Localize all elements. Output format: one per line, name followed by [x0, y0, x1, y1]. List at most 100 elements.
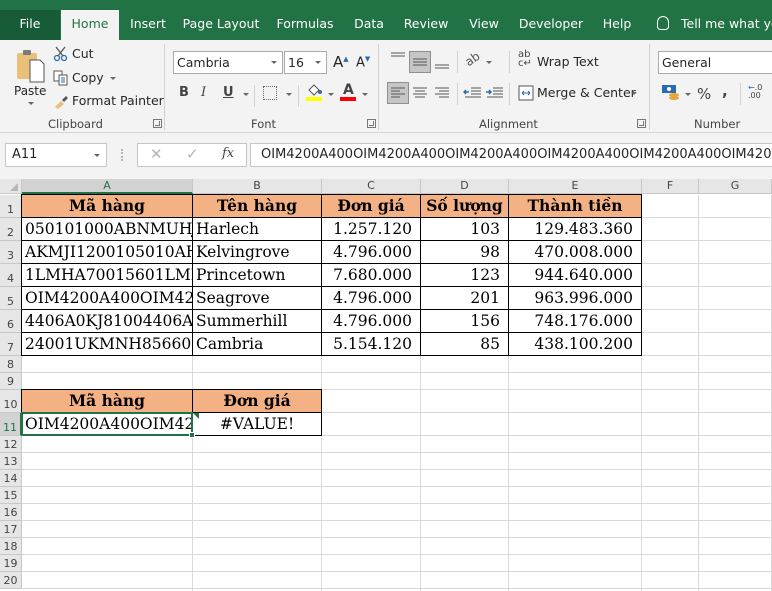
row-header-11[interactable]: 11: [0, 413, 22, 436]
align-left-button[interactable]: [387, 82, 409, 104]
tab-insert[interactable]: Insert: [122, 10, 174, 40]
column-header-d[interactable]: D: [421, 179, 509, 194]
table-cell[interactable]: 85: [421, 333, 508, 355]
table-cell[interactable]: Kelvingrove: [193, 241, 321, 263]
underline-icon[interactable]: U: [223, 85, 234, 100]
copy-button[interactable]: Copy: [53, 68, 123, 88]
cut-button[interactable]: Cut: [53, 45, 98, 65]
tab-home[interactable]: Home: [61, 10, 119, 40]
table-header-cell[interactable]: Mã hàng: [22, 390, 192, 412]
error-indicator-icon[interactable]: [193, 413, 199, 419]
table-cell[interactable]: 748.176.000: [509, 310, 641, 332]
table-header-cell[interactable]: Mã hàng: [22, 195, 192, 217]
table-cell[interactable]: 129.483.360: [509, 218, 641, 240]
table-cell[interactable]: 1LMHA70015601LMH: [22, 264, 192, 286]
row-header-7[interactable]: 7: [0, 333, 22, 356]
table-cell[interactable]: 123: [421, 264, 508, 286]
underline-dropdown-icon[interactable]: [243, 93, 249, 96]
table-cell[interactable]: Summerhill: [193, 310, 321, 332]
table-cell[interactable]: 470.008.000: [509, 241, 641, 263]
copy-dropdown-icon[interactable]: [110, 77, 116, 80]
tab-formulas[interactable]: Formulas: [268, 10, 342, 40]
table-cell[interactable]: AKMJI1200105010AH: [22, 241, 192, 263]
row-header-3[interactable]: 3: [0, 241, 22, 264]
table-header-cell[interactable]: Đơn giá: [193, 390, 321, 412]
tab-developer[interactable]: Developer: [512, 10, 590, 40]
table-header-cell[interactable]: Tên hàng: [193, 195, 321, 217]
cancel-icon[interactable]: ✕: [150, 145, 163, 163]
table-cell[interactable]: 1.257.120: [322, 218, 420, 240]
table-cell[interactable]: Harlech: [193, 218, 321, 240]
increase-font-size-icon[interactable]: A▲: [333, 53, 349, 71]
table-cell[interactable]: 963.996.000: [509, 287, 641, 309]
table-cell[interactable]: 4.796.000: [322, 287, 420, 309]
row-header-12[interactable]: 12: [0, 436, 22, 453]
alignment-launcher-icon[interactable]: [637, 119, 646, 128]
middle-align-button[interactable]: [409, 51, 431, 73]
row-header-16[interactable]: 16: [0, 504, 22, 521]
table-cell[interactable]: OIM4200A400OIM42: [22, 413, 192, 435]
name-box[interactable]: A11: [5, 143, 107, 167]
table-cell[interactable]: 050101000ABNMUHJ: [22, 218, 192, 240]
row-header-4[interactable]: 4: [0, 264, 22, 287]
row-header-18[interactable]: 18: [0, 538, 22, 555]
align-right-icon[interactable]: [433, 84, 451, 102]
tell-me-search[interactable]: Tell me what you: [657, 10, 772, 40]
row-header-20[interactable]: 20: [0, 572, 22, 589]
bold-icon[interactable]: B: [179, 85, 189, 100]
column-header-c[interactable]: C: [322, 179, 421, 194]
font-color-button[interactable]: A: [340, 82, 357, 103]
format-painter-button[interactable]: Format Painter: [53, 91, 164, 111]
table-header-cell[interactable]: Số lượng: [421, 195, 508, 217]
table-header-cell[interactable]: Thành tiền: [509, 195, 641, 217]
orientation-icon[interactable]: ab: [462, 49, 482, 69]
top-align-icon[interactable]: [389, 49, 407, 67]
merge-center-button[interactable]: Merge & Center: [518, 83, 643, 103]
insert-function-icon[interactable]: fx: [222, 146, 234, 161]
fill-color-dropdown-icon[interactable]: [328, 93, 334, 96]
table-cell[interactable]: 944.640.000: [509, 264, 641, 286]
row-header-13[interactable]: 13: [0, 453, 22, 470]
italic-icon[interactable]: I: [201, 85, 206, 100]
merge-center-dropdown-icon[interactable]: [631, 92, 637, 95]
decrease-indent-icon[interactable]: [463, 84, 483, 102]
orientation-dropdown-icon[interactable]: [486, 61, 492, 64]
increase-decimal-icon[interactable]: ←.0.00: [748, 84, 762, 100]
table-cell[interactable]: 438.100.200: [509, 333, 641, 355]
clipboard-launcher-icon[interactable]: [153, 119, 162, 128]
fill-handle[interactable]: [189, 432, 195, 438]
row-header-8[interactable]: 8: [0, 356, 22, 373]
table-cell[interactable]: 24001UKMNH856602: [22, 333, 192, 355]
tab-file[interactable]: File: [0, 10, 60, 40]
table-cell[interactable]: 156: [421, 310, 508, 332]
table-cell[interactable]: 103: [421, 218, 508, 240]
select-all-button[interactable]: [0, 179, 22, 194]
fill-color-button[interactable]: [306, 83, 323, 103]
font-name-select[interactable]: Cambria: [173, 51, 283, 74]
font-color-dropdown-icon[interactable]: [362, 93, 368, 96]
percent-style-icon[interactable]: %: [697, 85, 711, 103]
error-value-cell[interactable]: #VALUE!: [193, 413, 321, 435]
table-cell[interactable]: 4.796.000: [322, 241, 420, 263]
row-header-10[interactable]: 10: [0, 390, 22, 413]
accounting-format-icon[interactable]: [661, 83, 681, 101]
tab-review[interactable]: Review: [396, 10, 456, 40]
borders-icon[interactable]: [263, 86, 277, 100]
table-cell[interactable]: 201: [421, 287, 508, 309]
row-header-1[interactable]: 1: [0, 195, 22, 218]
formula-input[interactable]: OIM4200A400OIM4200A400OIM4200A400OIM4200…: [250, 143, 772, 167]
tab-data[interactable]: Data: [346, 10, 392, 40]
table-cell[interactable]: 98: [421, 241, 508, 263]
comma-style-icon[interactable]: ,: [722, 82, 728, 100]
table-cell[interactable]: 7.680.000: [322, 264, 420, 286]
paste-dropdown-icon[interactable]: [28, 102, 34, 105]
number-format-select[interactable]: General: [658, 51, 772, 74]
row-header-9[interactable]: 9: [0, 373, 22, 390]
formula-bar-splitter[interactable]: [121, 149, 123, 161]
column-header-b[interactable]: B: [193, 179, 322, 194]
table-cell[interactable]: OIM4200A400OIM42: [22, 287, 192, 309]
wrap-text-button[interactable]: ab c↵ Wrap Text: [518, 50, 599, 72]
column-header-e[interactable]: E: [509, 179, 642, 194]
row-header-5[interactable]: 5: [0, 287, 22, 310]
tab-page-layout[interactable]: Page Layout: [178, 10, 264, 40]
